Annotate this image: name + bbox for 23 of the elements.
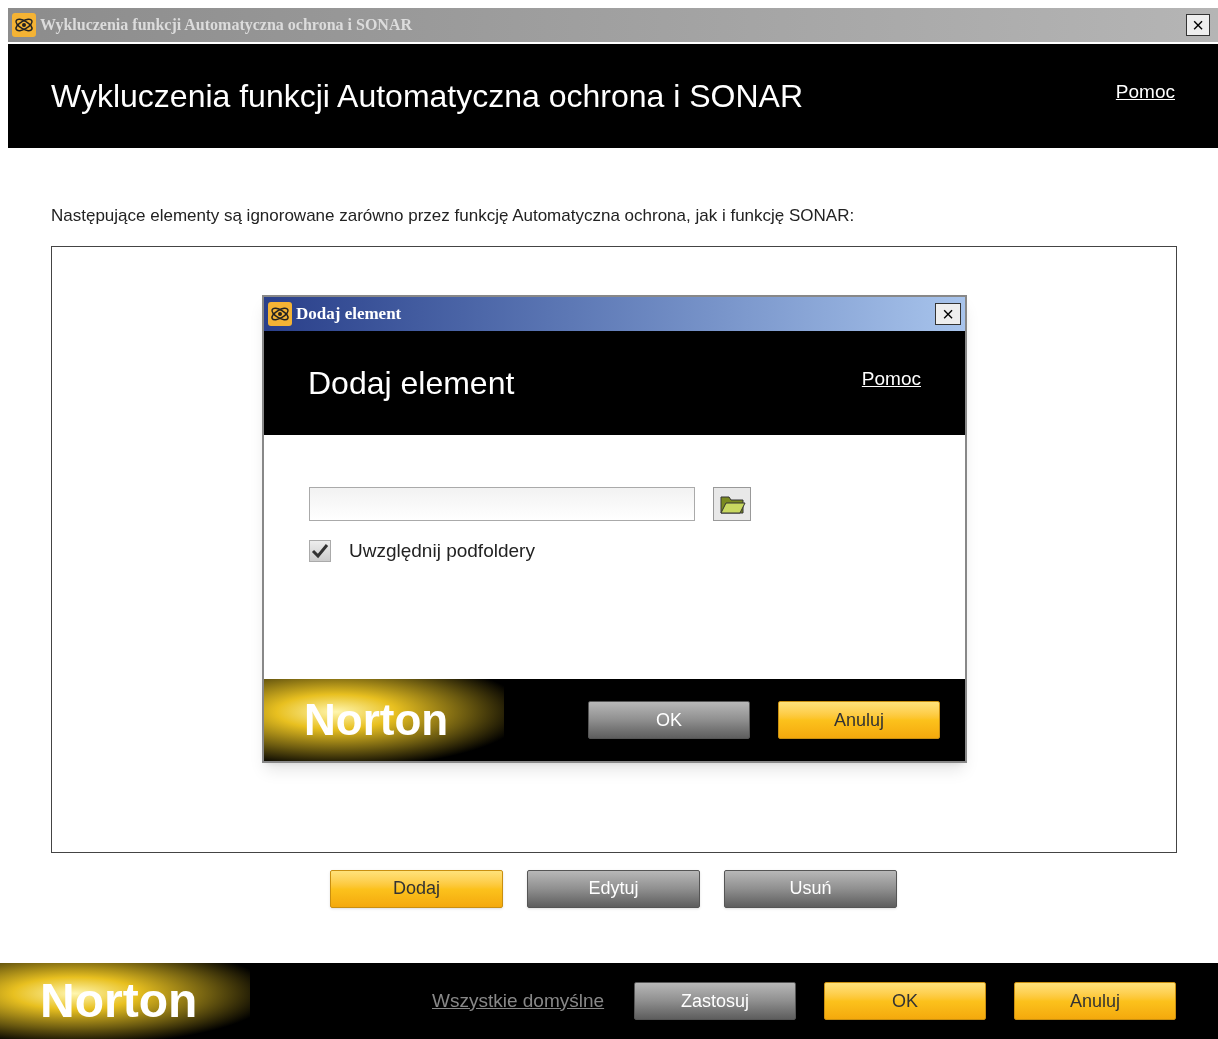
help-link[interactable]: Pomoc xyxy=(1115,78,1175,107)
checkbox[interactable] xyxy=(309,540,331,563)
norton-logo: Norton xyxy=(0,963,250,1039)
description-text: Następujące elementy są ignorowane zarówno przez funkcję Automatyczna ochrona, jak i funkcję SONAR: xyxy=(51,205,856,227)
close-button[interactable]: × xyxy=(1186,14,1210,36)
checkmark-icon xyxy=(311,543,329,560)
folder-icon[interactable] xyxy=(713,487,751,521)
action-button[interactable]: Anuluj xyxy=(778,701,940,739)
action-button[interactable]: Anuluj xyxy=(1014,982,1177,1020)
action-button[interactable]: Dodaj xyxy=(330,869,503,908)
defaults-link[interactable]: Wszystkie domyślne xyxy=(432,986,605,1016)
path-input-field[interactable] xyxy=(309,487,695,521)
action-button[interactable]: OK xyxy=(824,982,987,1020)
window-title: Wykluczenia funkcji Automatyczna ochrona i SONAR xyxy=(40,15,412,36)
atom-icon xyxy=(12,13,36,37)
dialog-header-title: Dodaj element xyxy=(308,364,515,403)
atom-icon xyxy=(268,302,292,326)
dialog-title: Dodaj element xyxy=(296,303,402,326)
checkbox-label: Uwzględnij podfoldery xyxy=(349,539,535,563)
header-title: Wykluczenia funkcji Automatyczna ochrona i SONAR xyxy=(51,77,804,116)
close-button[interactable]: × xyxy=(935,303,961,325)
norton-logo: Norton xyxy=(264,679,504,761)
help-link[interactable]: Pomoc xyxy=(861,364,921,394)
